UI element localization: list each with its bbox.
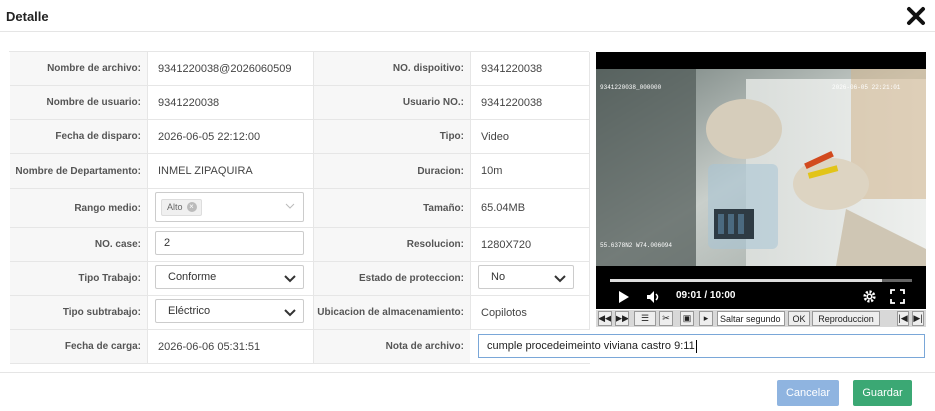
- save-button[interactable]: Guardar: [853, 380, 912, 406]
- volume-icon[interactable]: [646, 290, 660, 309]
- chevron-down-icon: [285, 201, 295, 214]
- ok-button[interactable]: OK: [788, 311, 810, 326]
- play-icon[interactable]: [618, 290, 630, 309]
- detail-form: Nombre de archivo: 9341220038@2026060509…: [9, 51, 590, 364]
- tipo-subtrabajo-value: Eléctrico: [168, 305, 211, 317]
- video-frame[interactable]: 9341220038_000000 2026-06-05 22:21:01 55…: [596, 69, 926, 266]
- gear-icon[interactable]: [862, 289, 877, 309]
- no-case-label: NO. case:: [10, 228, 147, 261]
- form-row: Nombre de archivo: 9341220038@2026060509…: [10, 52, 590, 86]
- no-case-input[interactable]: 2: [155, 231, 304, 255]
- estado-proteccion-label: Estado de proteccion:: [313, 262, 470, 295]
- chevron-down-icon: [283, 271, 297, 285]
- overlay-left-text: 9341220038_000000: [600, 84, 662, 91]
- departamento-label: Nombre de Departamento:: [10, 154, 147, 188]
- reproduccion-button[interactable]: Reproduccion: [812, 311, 880, 326]
- nombre-usuario-label: Nombre de usuario:: [10, 86, 147, 119]
- progress-fill: [610, 279, 882, 282]
- tipo-trabajo-select[interactable]: Conforme: [155, 265, 304, 289]
- cancel-button[interactable]: Cancelar: [777, 380, 839, 406]
- usuario-no-label: Usuario NO.:: [313, 86, 470, 119]
- fast-forward-icon[interactable]: ▶▶: [615, 311, 629, 326]
- chevron-down-icon: [283, 305, 297, 319]
- skip-end-icon[interactable]: ▶|: [912, 311, 924, 326]
- nota-archivo-text: cumple procedeimeinto viviana castro 9:1…: [487, 340, 695, 352]
- rango-medio-tag: Alto ×: [161, 198, 202, 216]
- player-controls: 09:01 / 10:00: [596, 266, 926, 309]
- overlay-bottom-text: 55.6378N2 W74.006094: [600, 242, 672, 249]
- tag-remove-icon[interactable]: ×: [186, 202, 197, 212]
- list-icon[interactable]: ☰: [634, 311, 656, 326]
- scissors-icon[interactable]: ✂: [659, 311, 673, 326]
- chevron-down-icon: [553, 271, 567, 285]
- tamano-value: 65.04MB: [470, 189, 590, 227]
- skip-seconds-placeholder: Saltar segundo: [720, 313, 781, 324]
- rango-medio-label: Rango medio:: [10, 189, 147, 227]
- fecha-carga-value: 2026-06-06 05:31:51: [147, 330, 313, 363]
- estado-proteccion-value: No: [491, 271, 506, 283]
- fecha-disparo-value: 2026-06-05 22:12:00: [147, 120, 313, 153]
- time-display: 09:01 / 10:00: [676, 290, 736, 301]
- nombre-archivo-label: Nombre de archivo:: [10, 52, 147, 85]
- resolucion-label: Resolucion:: [313, 228, 470, 261]
- no-dispositivo-value: 9341220038: [470, 52, 590, 85]
- duracion-label: Duracion:: [313, 154, 470, 188]
- no-dispositivo-label: NO. dispoitivo:: [313, 52, 470, 85]
- text-caret: [695, 339, 697, 353]
- usuario-no-value: 9341220038: [470, 86, 590, 119]
- video-player[interactable]: 9341220038_000000 2026-06-05 22:21:01 55…: [596, 52, 926, 309]
- nombre-archivo-value: 9341220038@2026060509: [147, 52, 313, 85]
- overlay-right-text: 2026-06-05 22:21:01: [832, 84, 901, 91]
- form-row: Fecha de disparo: 2026-06-05 22:12:00 Ti…: [10, 120, 590, 154]
- departamento-value: INMEL ZIPAQUIRA: [147, 154, 313, 188]
- frame-step-icon[interactable]: ▸: [699, 311, 713, 326]
- ubicacion-label: Ubicacion de almacenamiento:: [313, 296, 470, 329]
- nota-archivo-input[interactable]: cumple procedeimeinto viviana castro 9:1…: [478, 334, 925, 358]
- dialog-header: Detalle: [0, 0, 935, 32]
- ubicacion-value: Copilotos: [470, 296, 590, 329]
- nombre-usuario-value: 9341220038: [147, 86, 313, 119]
- tipo-trabajo-label: Tipo Trabajo:: [10, 262, 147, 295]
- tipo-label: Tipo:: [313, 120, 470, 153]
- resolucion-value: 1280X720: [470, 228, 590, 261]
- tipo-subtrabajo-select[interactable]: Eléctrico: [155, 299, 304, 323]
- dialog-title: Detalle: [6, 9, 49, 24]
- tamano-label: Tamaño:: [313, 189, 470, 227]
- playback-toolbar: ◀◀ ▶▶ ☰ ✂ ▣ ▸ Saltar segundo OK Reproduc…: [596, 310, 926, 327]
- fecha-carga-label: Fecha de carga:: [10, 330, 147, 363]
- tipo-subtrabajo-label: Tipo subtrabajo:: [10, 296, 147, 329]
- duracion-value: 10m: [470, 154, 590, 188]
- form-row: Nombre de usuario: 9341220038 Usuario NO…: [10, 86, 590, 120]
- nota-archivo-label: Nota de archivo:: [313, 330, 470, 363]
- fullscreen-icon[interactable]: [890, 289, 905, 309]
- rango-medio-tag-label: Alto: [167, 202, 183, 212]
- estado-proteccion-select[interactable]: No: [478, 265, 574, 289]
- fecha-disparo-label: Fecha de disparo:: [10, 120, 147, 153]
- tipo-trabajo-value: Conforme: [168, 271, 217, 283]
- progress-bar[interactable]: [610, 279, 912, 282]
- snapshot-icon[interactable]: ▣: [680, 311, 694, 326]
- skip-seconds-input[interactable]: Saltar segundo: [717, 311, 785, 326]
- rewind-icon[interactable]: ◀◀: [598, 311, 612, 326]
- rango-medio-select[interactable]: Alto ×: [155, 192, 304, 222]
- tipo-value: Video: [470, 120, 590, 153]
- skip-start-icon[interactable]: |◀: [897, 311, 909, 326]
- form-row: Nombre de Departamento: INMEL ZIPAQUIRA …: [10, 154, 590, 189]
- close-icon[interactable]: [906, 6, 926, 26]
